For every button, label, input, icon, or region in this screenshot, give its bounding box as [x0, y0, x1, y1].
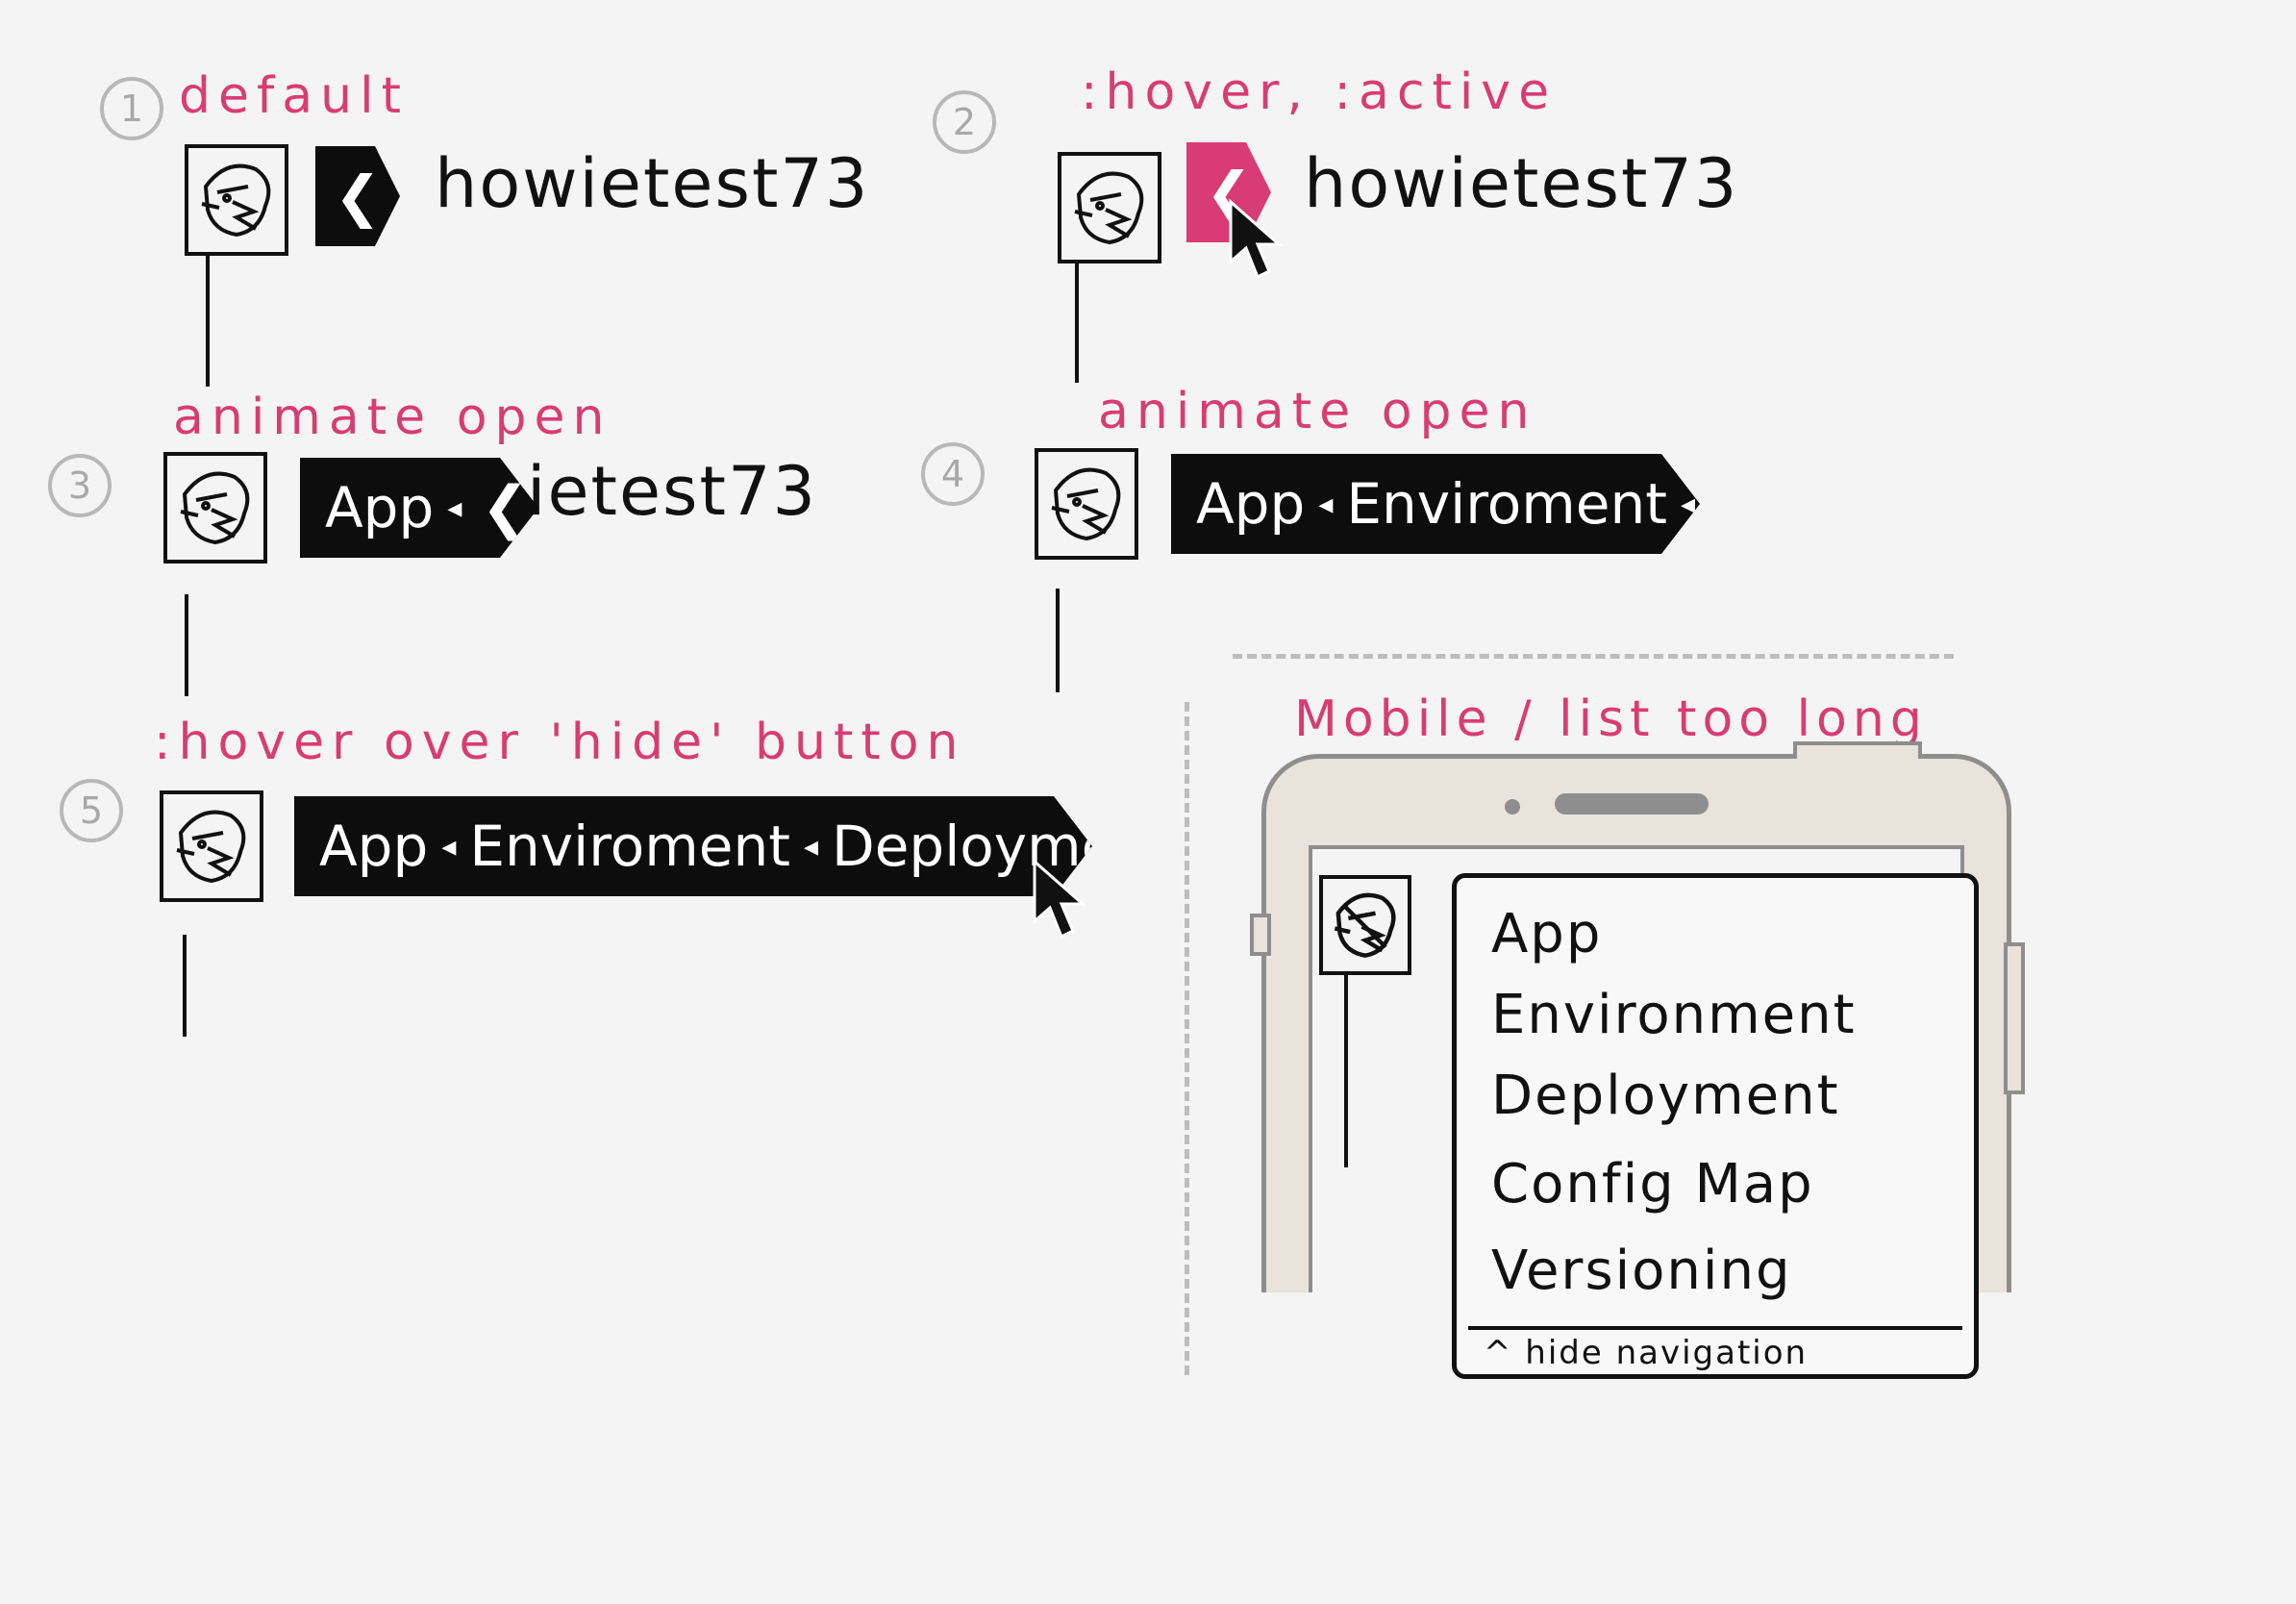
avatar-icon[interactable] — [1319, 875, 1411, 975]
nav-item-deployment[interactable]: Deployment — [1491, 1065, 1840, 1127]
mobile-nav-list: App Environment Deployment Config Map Ve… — [1452, 873, 1979, 1379]
step-caption-4: animate open — [1098, 383, 1537, 440]
cursor-icon — [1033, 858, 1086, 940]
breadcrumb-item-app[interactable]: App — [319, 814, 428, 879]
triangle-separator-icon: ◂ — [803, 829, 819, 864]
triangle-separator-icon: ◂ — [447, 490, 462, 525]
nav-item-app[interactable]: App — [1491, 903, 1602, 965]
phone-speaker — [1555, 793, 1709, 815]
nav-divider — [1468, 1326, 1962, 1330]
breadcrumb-bar-full: App ◂ Enviroment ◂ Deployment ❮ — [294, 796, 1092, 896]
username-label: howietest73 — [1304, 144, 1739, 223]
phone-camera — [1505, 799, 1520, 815]
step-caption-1: default — [179, 67, 409, 125]
breadcrumb-item-environment[interactable]: Enviroment — [1346, 471, 1667, 537]
tree-line — [1344, 975, 1348, 1167]
cursor-icon — [1229, 198, 1283, 280]
breadcrumb-toggle-button[interactable]: ❮ — [315, 146, 400, 246]
step-caption-2: :hover, :active — [1081, 63, 1558, 121]
username-partial-label: ietest73 — [527, 452, 818, 531]
tree-line — [206, 256, 210, 387]
step-number-5: 5 — [60, 779, 123, 842]
username-label: howietest73 — [435, 144, 870, 223]
chevron-left-icon: ❮ — [334, 163, 382, 229]
step-number-3: 3 — [48, 454, 112, 517]
step-caption-3: animate open — [173, 388, 612, 446]
avatar-icon[interactable] — [1058, 152, 1161, 263]
breadcrumb-item-environment[interactable]: Enviroment — [469, 814, 790, 879]
breadcrumb-bar-animating: App ◂ ❮ — [300, 458, 538, 558]
phone-side-button-right — [2004, 942, 2025, 1094]
breadcrumb-bar-open: App ◂ Enviroment ◂ ❮ — [1171, 454, 1700, 554]
nav-item-config-map[interactable]: Config Map — [1491, 1153, 1814, 1216]
triangle-separator-icon: ◂ — [441, 829, 457, 864]
tree-line — [185, 594, 188, 696]
hide-navigation-button[interactable]: ^ hide navigation — [1484, 1334, 1808, 1372]
breadcrumb-item-app[interactable]: App — [1196, 471, 1305, 537]
mobile-caption: Mobile / list too long — [1294, 690, 1928, 748]
phone-side-button-left — [1250, 914, 1271, 956]
nav-item-environment[interactable]: Environment — [1491, 984, 1857, 1046]
breadcrumb-item-deployment[interactable]: Deployment — [832, 814, 1173, 879]
tree-line — [183, 935, 187, 1037]
triangle-separator-icon: ◂ — [1680, 487, 1696, 521]
phone-top-button — [1793, 741, 1922, 759]
step-number-4: 4 — [921, 442, 985, 506]
avatar-icon[interactable] — [1035, 448, 1138, 560]
nav-item-versioning[interactable]: Versioning — [1491, 1240, 1792, 1302]
triangle-separator-icon: ◂ — [1318, 487, 1334, 521]
section-divider-vertical — [1185, 702, 1189, 1375]
tree-line — [1075, 263, 1079, 383]
step-caption-5: :hover over 'hide' button — [154, 714, 966, 771]
avatar-icon[interactable] — [160, 790, 263, 902]
chevron-left-icon[interactable]: ❮ — [1714, 470, 1762, 538]
avatar-icon[interactable] — [163, 452, 267, 564]
tree-line — [1056, 589, 1060, 692]
step-number-2: 2 — [933, 90, 996, 154]
avatar-icon[interactable] — [185, 144, 288, 256]
chevron-left-icon[interactable]: ❮ — [1192, 813, 1240, 880]
step-number-1: 1 — [100, 77, 163, 140]
breadcrumb-item-app[interactable]: App — [325, 475, 434, 540]
section-divider-horizontal — [1233, 654, 1954, 659]
chevron-left-icon[interactable]: ❮ — [481, 474, 529, 541]
